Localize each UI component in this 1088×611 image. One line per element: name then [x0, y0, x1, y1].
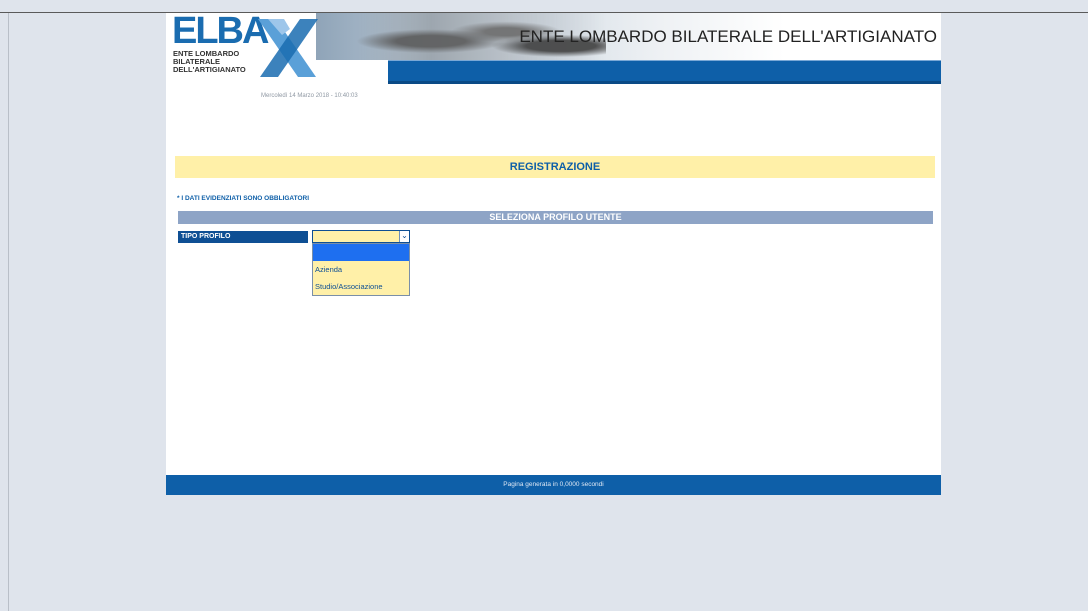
- profile-section-header: SELEZIONA PROFILO UTENTE: [178, 211, 933, 224]
- profile-type-dropdown-list: Azienda Studio/Associazione: [312, 243, 410, 296]
- logo-x-icon: [258, 19, 318, 77]
- page-title: REGISTRAZIONE: [509, 161, 601, 173]
- dropdown-option-azienda[interactable]: Azienda: [313, 261, 409, 278]
- logo-subtitle: ENTE LOMBARDO BILATERALE DELL'ARTIGIANAT…: [173, 50, 263, 74]
- chevron-down-icon[interactable]: ⌄: [399, 231, 409, 242]
- registration-title-bar: REGISTRAZIONE: [175, 156, 935, 178]
- logo-subtitle-line: DELL'ARTIGIANATO: [173, 65, 246, 74]
- header-nav-bar: [388, 60, 941, 82]
- site-header: ELBA ENTE LOMBARDO BILATERALE DELL'ARTIG…: [166, 11, 941, 84]
- dropdown-option-studio-associazione[interactable]: Studio/Associazione: [313, 278, 409, 295]
- header-nav-bar-shadow: [388, 81, 941, 84]
- profile-type-label: TIPO PROFILO: [178, 231, 308, 243]
- profile-type-select[interactable]: ⌄: [312, 230, 410, 243]
- footer-generation-time: Pagina generata in 0,0000 secondi: [503, 481, 604, 488]
- left-divider: [8, 13, 9, 611]
- header-title: ENTE LOMBARDO BILATERALE DELL'ARTIGIANAT…: [519, 27, 937, 46]
- current-date: Mercoledì 14 Marzo 2018 - 10:40:03: [261, 93, 358, 99]
- page-container: ELBA ENTE LOMBARDO BILATERALE DELL'ARTIG…: [166, 11, 941, 495]
- dropdown-option-empty[interactable]: [313, 244, 409, 261]
- section-title: SELEZIONA PROFILO UTENTE: [489, 212, 622, 222]
- page-footer: Pagina generata in 0,0000 secondi: [166, 475, 941, 495]
- required-fields-notice: * I DATI EVIDENZIATI SONO OBBLIGATORI: [177, 195, 310, 202]
